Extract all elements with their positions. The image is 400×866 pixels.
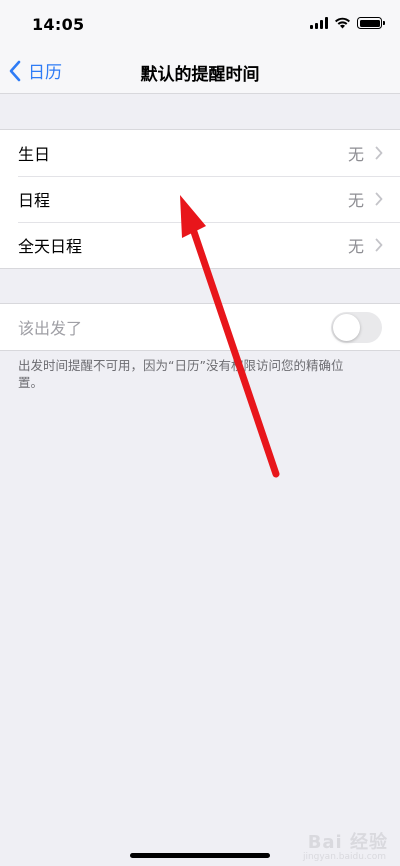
row-label: 生日: [18, 145, 51, 164]
chevron-right-icon: [375, 146, 383, 160]
row-value: 无: [347, 191, 364, 210]
screen: 14:05 日历 默认的提醒时间 生日 无 日程 无 全天日程 无 该出发了 出…: [0, 0, 400, 866]
status-time: 14:05: [32, 15, 85, 34]
leave-alert-footnote: 出发时间提醒不可用，因为“日历”没有权限访问您的精确位置。: [18, 358, 344, 390]
status-icons: [310, 17, 385, 29]
watermark: Bai 经验: [307, 832, 388, 853]
wifi-icon: [335, 17, 350, 29]
list-item-events[interactable]: 日程 无: [0, 176, 400, 222]
leave-alert-row: 该出发了: [0, 304, 400, 350]
home-indicator[interactable]: [130, 853, 270, 858]
battery-icon: [357, 17, 385, 29]
leave-alert-group: 该出发了: [0, 303, 400, 351]
row-label: 日程: [18, 191, 51, 210]
leave-alert-toggle[interactable]: [331, 312, 382, 343]
row-value: 无: [347, 145, 364, 164]
chevron-right-icon: [375, 192, 383, 206]
navigation-bar: 日历 默认的提醒时间: [0, 48, 400, 94]
watermark-sub: jingyan.baidu.com: [302, 852, 386, 862]
status-bar: 14:05: [0, 0, 400, 48]
chevron-right-icon: [375, 238, 383, 252]
row-label: 全天日程: [18, 237, 83, 256]
cellular-signal-icon: [310, 17, 328, 29]
row-value: 无: [347, 237, 364, 256]
default-reminder-list: 生日 无 日程 无 全天日程 无: [0, 129, 400, 269]
page-title: 默认的提醒时间: [140, 65, 260, 85]
leave-alert-label: 该出发了: [18, 319, 83, 338]
list-item-birthday[interactable]: 生日 无: [0, 130, 400, 176]
list-item-all-day-events[interactable]: 全天日程 无: [0, 222, 400, 268]
